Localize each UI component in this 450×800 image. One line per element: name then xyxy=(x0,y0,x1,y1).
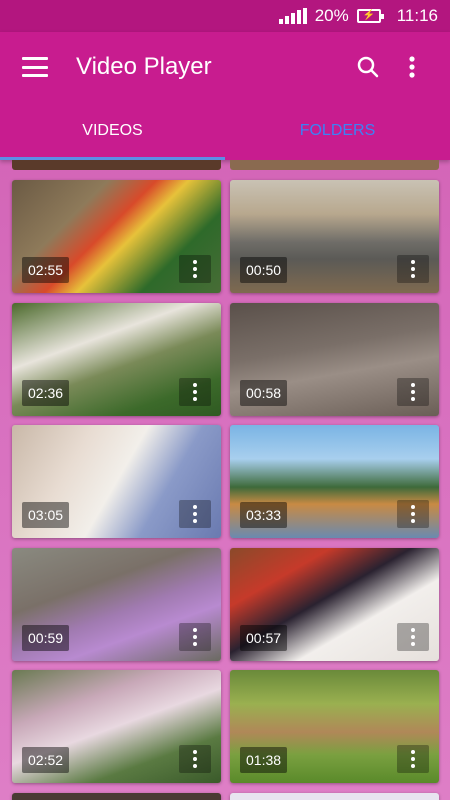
video-duration: 00:57 xyxy=(240,625,288,651)
video-thumbnail[interactable]: 02:52 xyxy=(12,670,221,783)
more-options-icon[interactable] xyxy=(179,745,211,773)
video-thumbnail-partial[interactable] xyxy=(230,793,439,800)
battery-charging-icon: ⚡ xyxy=(356,9,384,23)
hamburger-menu-icon[interactable] xyxy=(22,57,48,77)
video-duration: 02:55 xyxy=(22,257,70,283)
video-duration: 02:36 xyxy=(22,380,70,406)
more-options-icon[interactable] xyxy=(179,378,211,406)
video-thumbnail[interactable]: 03:33 xyxy=(230,425,439,538)
clock: 11:16 xyxy=(396,6,438,25)
video-thumbnail[interactable]: 02:55 xyxy=(12,180,221,293)
video-thumbnail[interactable]: 03:05 xyxy=(12,425,221,538)
more-options-icon[interactable] xyxy=(397,255,429,283)
signal-icon xyxy=(278,8,307,24)
more-options-icon[interactable] xyxy=(397,378,429,406)
toolbar: Video Player xyxy=(0,32,450,102)
video-thumbnail-partial[interactable] xyxy=(230,160,439,170)
video-thumbnail[interactable]: 00:59 xyxy=(12,548,221,661)
video-thumbnail[interactable]: 00:58 xyxy=(230,303,439,416)
video-thumbnail[interactable]: 02:36 xyxy=(12,303,221,416)
battery-percent: 20% xyxy=(314,6,349,25)
video-thumbnail-partial[interactable] xyxy=(12,793,221,800)
video-thumbnail[interactable]: 00:50 xyxy=(230,180,439,293)
video-duration: 02:52 xyxy=(22,747,70,773)
video-grid: 02:55 00:50 02:36 00:58 03:05 03:33 00:5… xyxy=(0,160,450,800)
app-bar: Video Player VIDEOS FOLDERS xyxy=(0,32,450,160)
more-options-icon[interactable] xyxy=(397,500,429,528)
video-duration: 01:38 xyxy=(240,747,288,773)
tab-folders[interactable]: FOLDERS xyxy=(225,102,450,160)
more-options-icon[interactable] xyxy=(397,745,429,773)
video-duration: 00:59 xyxy=(22,625,70,651)
tab-bar: VIDEOS FOLDERS xyxy=(0,102,450,160)
video-thumbnail[interactable]: 01:38 xyxy=(230,670,439,783)
video-duration: 03:05 xyxy=(22,502,70,528)
status-bar: 20% ⚡ 11:16 xyxy=(0,0,450,32)
video-duration: 03:33 xyxy=(240,502,288,528)
more-options-icon[interactable] xyxy=(179,255,211,283)
video-thumbnail[interactable]: 00:57 xyxy=(230,548,439,661)
video-thumbnail-partial[interactable] xyxy=(12,160,221,170)
overflow-menu-icon[interactable] xyxy=(392,47,432,87)
more-options-icon[interactable] xyxy=(179,623,211,651)
more-options-icon[interactable] xyxy=(179,500,211,528)
video-duration: 00:58 xyxy=(240,380,288,406)
tab-videos[interactable]: VIDEOS xyxy=(0,102,225,160)
more-options-icon[interactable] xyxy=(397,623,429,651)
video-duration: 00:50 xyxy=(240,257,288,283)
app-title: Video Player xyxy=(76,53,212,80)
search-icon[interactable] xyxy=(348,47,388,87)
